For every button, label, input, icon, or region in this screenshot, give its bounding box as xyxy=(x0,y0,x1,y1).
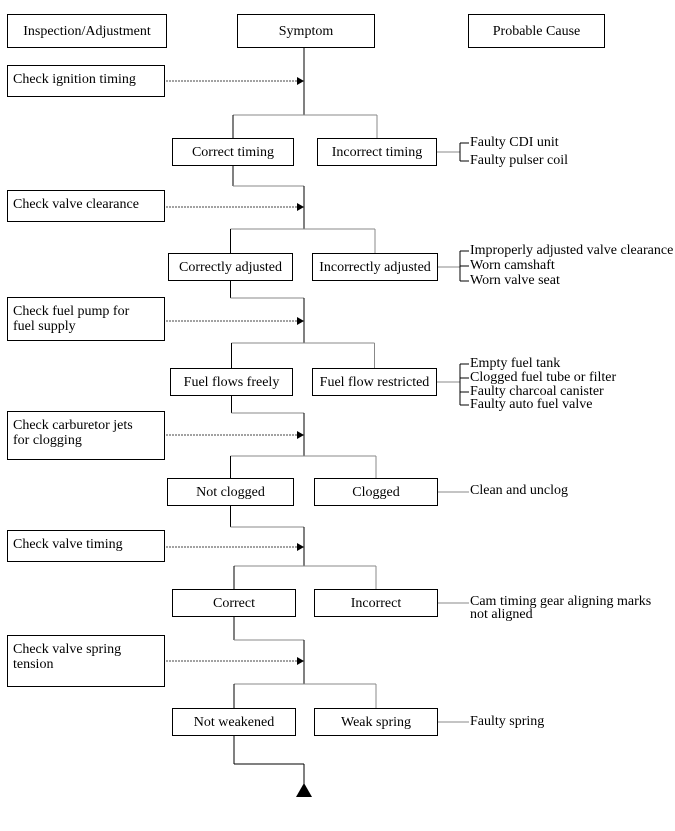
header-symptom: Symptom xyxy=(237,14,375,48)
symptom-ok-box: Not clogged xyxy=(167,478,294,506)
header-inspection: Inspection/Adjustment xyxy=(7,14,167,48)
probable-cause: Faulty pulser coil xyxy=(470,153,568,168)
probable-cause: Faulty auto fuel valve xyxy=(470,397,593,412)
probable-cause: Empty fuel tank xyxy=(470,356,561,371)
probable-cause: Worn camshaft xyxy=(470,258,555,273)
probable-cause: Faulty CDI unit xyxy=(470,135,559,150)
arrowhead-icon xyxy=(297,657,304,665)
inspection-box: Check fuel pump for fuel supply xyxy=(7,297,165,341)
inspection-box: Check carburetor jets for clogging xyxy=(7,411,165,460)
arrowhead-icon xyxy=(297,431,304,439)
symptom-ok-box: Fuel flows freely xyxy=(170,368,293,396)
inspection-box: Check ignition timing xyxy=(7,65,165,97)
symptom-ng-box: Fuel flow restricted xyxy=(312,368,437,396)
probable-cause: Clogged fuel tube or filter xyxy=(470,370,617,385)
arrowhead-icon xyxy=(297,317,304,325)
probable-cause: Faulty spring xyxy=(470,714,545,729)
symptom-ng-box: Incorrect xyxy=(314,589,438,617)
symptom-ng-box: Weak spring xyxy=(314,708,438,736)
header-probable-cause: Probable Cause xyxy=(468,14,605,48)
symptom-ok-box: Not weakened xyxy=(172,708,296,736)
arrowhead-icon xyxy=(297,203,304,211)
troubleshooting-flowchart: Inspection/Adjustment Symptom Probable C… xyxy=(0,0,675,831)
symptom-ng-box: Incorrectly adjusted xyxy=(312,253,438,281)
inspection-box: Check valve spring tension xyxy=(7,635,165,687)
arrowhead-icon xyxy=(297,543,304,551)
probable-cause: Worn valve seat xyxy=(470,273,560,288)
probable-cause: Improperly adjusted valve clearance xyxy=(470,243,674,258)
symptom-ok-box: Correct xyxy=(172,589,296,617)
symptom-ng-box: Incorrect timing xyxy=(317,138,437,166)
inspection-box: Check valve clearance xyxy=(7,190,165,222)
probable-cause: Clean and unclog xyxy=(470,483,568,498)
probable-cause: Cam timing gear aligning marks not align… xyxy=(470,594,652,622)
triangle-up-icon xyxy=(296,783,312,797)
symptom-ok-box: Correct timing xyxy=(172,138,294,166)
arrowhead-icon xyxy=(297,77,304,85)
symptom-ng-box: Clogged xyxy=(314,478,438,506)
inspection-box: Check valve timing xyxy=(7,530,165,562)
symptom-ok-box: Correctly adjusted xyxy=(168,253,293,281)
